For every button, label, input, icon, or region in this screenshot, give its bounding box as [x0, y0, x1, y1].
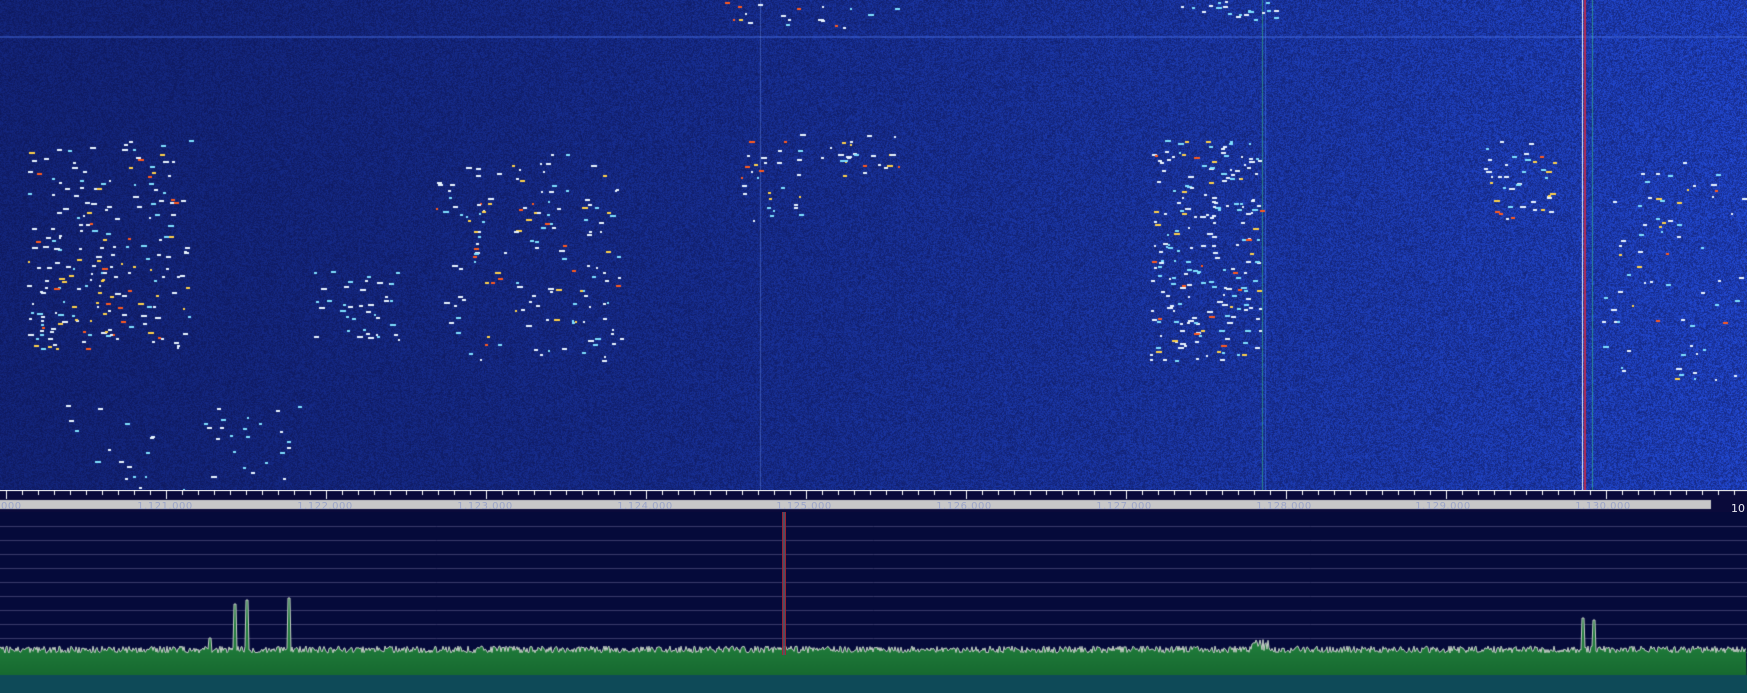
spectrum-display[interactable]	[0, 512, 1747, 693]
waterfall-display[interactable]	[0, 0, 1747, 490]
frequency-axis[interactable]	[0, 490, 1747, 512]
tuner-marker[interactable]	[782, 512, 786, 655]
